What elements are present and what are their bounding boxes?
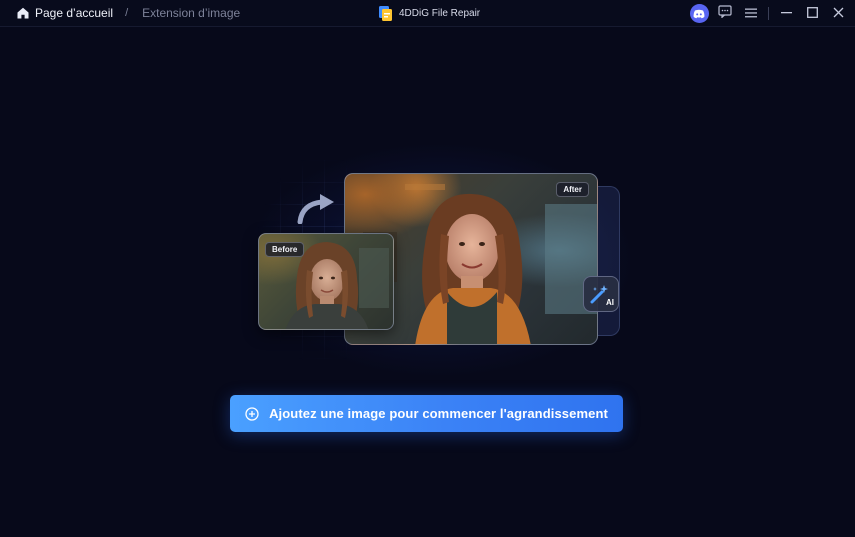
breadcrumb-current: Extension d’image <box>142 6 241 20</box>
breadcrumb: Page d’accueil / Extension d’image <box>0 0 240 27</box>
close-icon <box>833 5 844 23</box>
curved-arrow-icon <box>296 192 340 225</box>
breadcrumb-home[interactable]: Page d’accueil <box>16 6 113 20</box>
feedback-icon <box>718 4 732 23</box>
close-button[interactable] <box>825 0 851 27</box>
minimize-icon <box>780 5 792 23</box>
before-image-card: Before <box>258 233 394 330</box>
discord-button[interactable] <box>686 0 712 27</box>
add-image-button-label: Ajoutez une image pour commencer l'agran… <box>269 406 608 421</box>
app-title: 4DDiG File Repair <box>378 0 480 27</box>
ai-badge-text: AI <box>606 298 614 307</box>
app-name: 4DDiG File Repair <box>399 8 481 19</box>
maximize-button[interactable] <box>799 0 825 27</box>
menu-icon <box>745 5 757 23</box>
after-label: After <box>556 182 589 197</box>
before-after-illustration: After Before AI <box>240 145 640 380</box>
plus-circle-icon <box>245 406 259 421</box>
controls-divider <box>768 7 769 20</box>
maximize-icon <box>806 5 818 23</box>
app-logo-icon <box>378 5 393 22</box>
discord-icon <box>689 4 709 23</box>
window-controls <box>686 0 855 27</box>
breadcrumb-separator: / <box>125 7 129 19</box>
before-label: Before <box>265 242 305 257</box>
home-icon <box>16 6 30 20</box>
feedback-button[interactable] <box>712 0 738 27</box>
breadcrumb-home-label: Page d’accueil <box>35 6 114 20</box>
add-image-button[interactable]: Ajoutez une image pour commencer l'agran… <box>230 395 623 432</box>
title-bar: Page d’accueil / Extension d’image 4DDiG… <box>0 0 855 27</box>
minimize-button[interactable] <box>773 0 799 27</box>
menu-button[interactable] <box>738 0 764 27</box>
ai-enhance-badge: AI <box>583 276 619 312</box>
